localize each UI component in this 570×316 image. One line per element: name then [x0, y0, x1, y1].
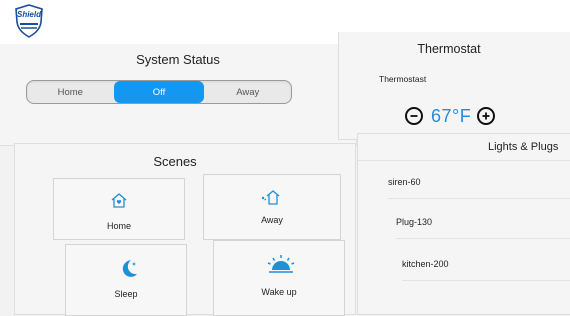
plus-icon — [482, 112, 490, 120]
logo-text: Shield — [16, 10, 41, 19]
house-away-icon — [261, 190, 280, 205]
scene-away-label: Away — [261, 215, 283, 225]
decrease-temperature-button[interactable] — [405, 107, 423, 125]
mode-selector: Home Off Away — [26, 80, 292, 104]
mode-off-button[interactable]: Off — [113, 81, 205, 103]
thermostat-device-name: Thermostast — [379, 74, 427, 84]
device-name: siren-60 — [388, 177, 421, 187]
minus-icon — [410, 115, 418, 117]
mode-away-button[interactable]: Away — [204, 81, 291, 103]
thermostat-panel: Thermostat Thermostast 67°F — [338, 32, 570, 140]
device-row-plug-130[interactable]: Plug-130 — [396, 206, 570, 239]
shield-logo[interactable]: Shield — [14, 4, 44, 38]
moon-stars-icon — [122, 260, 137, 277]
thermostat-controls: 67°F — [405, 104, 496, 128]
temperature-value: 67°F — [431, 105, 472, 126]
scenes-panel: Scenes Home Away Sleep Wake up — [14, 143, 356, 316]
lights-plugs-title: Lights & Plugs — [488, 141, 559, 153]
scene-wakeup-button[interactable]: Wake up — [213, 240, 345, 316]
mode-home-button[interactable]: Home — [27, 81, 114, 103]
system-status-panel: System Status Home Off Away — [0, 44, 357, 146]
device-name: Plug-130 — [396, 217, 433, 227]
house-heart-icon — [111, 193, 127, 208]
increase-temperature-button[interactable] — [477, 107, 496, 125]
device-name: kitchen-200 — [402, 259, 449, 269]
scene-sleep-button[interactable]: Sleep — [65, 244, 187, 316]
scene-away-button[interactable]: Away — [203, 174, 341, 240]
sunrise-icon — [267, 255, 295, 273]
divider — [358, 160, 570, 161]
device-row-siren-60[interactable]: siren-60 — [388, 166, 570, 199]
scenes-title: Scenes — [153, 154, 197, 169]
thermostat-title: Thermostat — [417, 42, 481, 56]
lights-plugs-panel: Lights & Plugs siren-60 Plug-130 kitchen… — [357, 133, 570, 315]
scene-wakeup-label: Wake up — [261, 287, 297, 297]
scene-home-label: Home — [106, 221, 131, 231]
system-status-title: System Status — [136, 52, 220, 67]
scene-home-button[interactable]: Home — [53, 178, 185, 240]
scene-sleep-label: Sleep — [114, 289, 138, 299]
device-row-kitchen-200[interactable]: kitchen-200 — [402, 248, 570, 281]
